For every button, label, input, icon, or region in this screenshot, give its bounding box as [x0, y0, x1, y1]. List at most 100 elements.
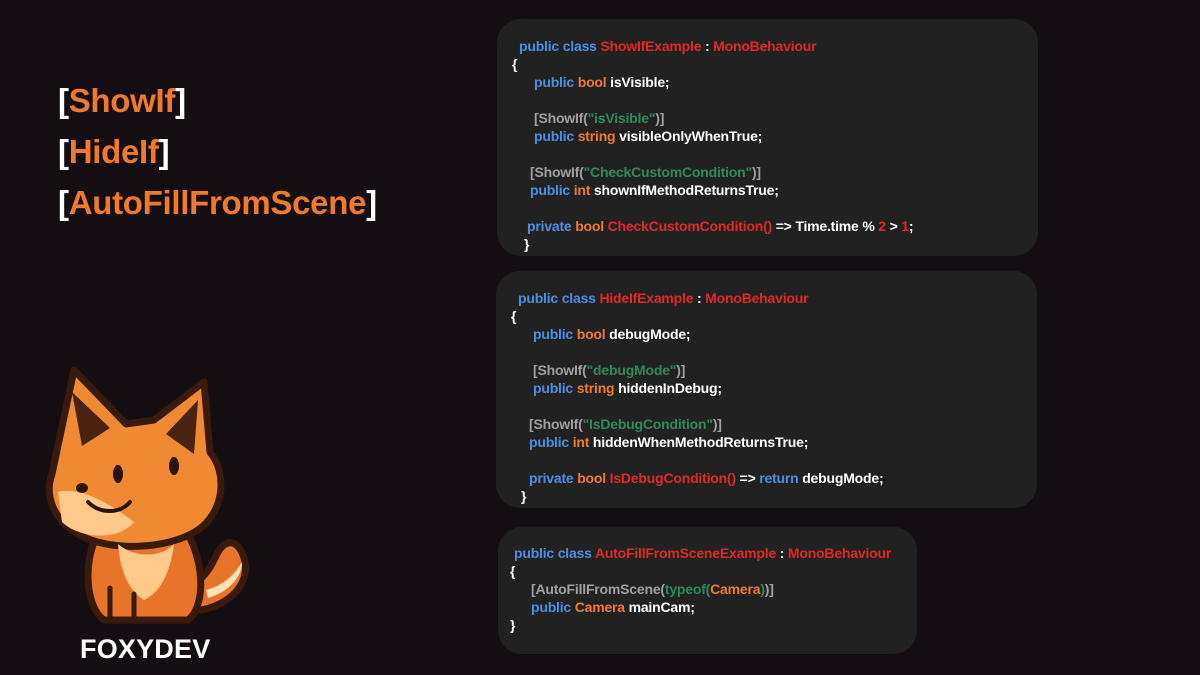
code-token: HideIfExample	[599, 290, 694, 306]
showif-code-card: public class ShowIfExample : MonoBehavio…	[497, 19, 1038, 256]
code-token: "debugMode"	[586, 362, 677, 378]
code-token: :	[776, 545, 788, 561]
code-token: public class	[519, 38, 601, 54]
code-line: [ShowIf("isVisible")]	[534, 109, 664, 127]
code-line: }	[521, 487, 526, 505]
code-token: )]	[751, 164, 761, 180]
code-line: public class ShowIfExample : MonoBehavio…	[519, 37, 817, 55]
code-token: bool	[575, 218, 608, 234]
code-token: debugMode;	[609, 326, 691, 342]
code-token: public class	[518, 290, 600, 306]
code-line: public string hiddenInDebug;	[533, 379, 722, 397]
code-token: visibleOnlyWhenTrue;	[619, 128, 763, 144]
code-token: private	[527, 218, 576, 234]
attribute-title-list: [ShowIf] [HideIf] [AutoFillFromScene]	[58, 78, 377, 231]
code-token: }	[521, 488, 527, 504]
code-token: string	[577, 128, 620, 144]
code-token: MonoBehaviour	[705, 290, 809, 306]
code-token: {	[510, 563, 516, 579]
code-line: {	[512, 55, 517, 73]
fox-mascot-logo	[45, 366, 249, 624]
code-token: string	[576, 380, 619, 396]
code-token: public class	[514, 545, 595, 561]
code-token: [AutoFillFromScene(	[531, 581, 665, 597]
code-token: Camera	[710, 581, 761, 597]
code-token: [ShowIf(	[530, 164, 584, 180]
code-token: "CheckCustomCondition"	[583, 164, 753, 180]
code-line: [ShowIf("CheckCustomCondition")]	[530, 163, 761, 181]
code-line: [AutoFillFromScene(typeof(Camera))]	[531, 580, 774, 598]
code-line: public class AutoFillFromSceneExample : …	[514, 544, 891, 562]
code-token: Camera	[574, 599, 629, 615]
code-token: 2	[878, 218, 886, 234]
code-line: {	[511, 307, 516, 325]
code-token: isVisible;	[610, 74, 670, 90]
code-token: )]	[712, 416, 722, 432]
code-token: IsDebugCondition()	[609, 470, 736, 486]
code-token: "isVisible"	[587, 110, 656, 126]
code-token: typeof(	[664, 581, 711, 597]
code-line: public string visibleOnlyWhenTrue;	[534, 127, 762, 145]
code-token: 1	[901, 218, 909, 234]
code-line: public bool isVisible;	[534, 73, 670, 91]
title-hideif: [HideIf]	[58, 133, 170, 170]
code-token: public	[533, 380, 577, 396]
code-token: )]	[764, 581, 774, 597]
code-token: int	[572, 434, 593, 450]
code-token: CheckCustomCondition()	[607, 218, 773, 234]
code-token: public	[530, 182, 574, 198]
code-token: public	[531, 599, 575, 615]
code-token: ShowIfExample	[600, 38, 702, 54]
code-token: private	[529, 470, 578, 486]
code-token: return	[759, 470, 803, 486]
code-line: [ShowIf("debugMode")]	[533, 361, 685, 379]
code-token: }	[510, 617, 516, 633]
code-token: shownIfMethodReturnsTrue;	[593, 182, 779, 198]
code-token: AutoFillFromSceneExample	[594, 545, 777, 561]
code-token: =>	[735, 470, 760, 486]
code-line: {	[510, 562, 515, 580]
code-token: )]	[655, 110, 665, 126]
autofill-code-card: public class AutoFillFromSceneExample : …	[498, 527, 917, 654]
code-line: [ShowIf("IsDebugCondition")]	[529, 415, 722, 433]
code-token: :	[701, 38, 714, 54]
code-token: bool	[577, 470, 610, 486]
title-autofillfromscene: [AutoFillFromScene]	[58, 184, 377, 221]
code-token: hiddenWhenMethodReturnsTrue;	[592, 434, 809, 450]
code-token: bool	[576, 326, 610, 342]
code-line: private bool CheckCustomCondition() => T…	[527, 217, 914, 235]
code-token: => Time.time %	[772, 218, 879, 234]
brand-name: FOXYDEV	[80, 634, 211, 664]
code-token: MonoBehaviour	[787, 545, 892, 561]
code-line: public class HideIfExample : MonoBehavio…	[518, 289, 809, 307]
code-token: [ShowIf(	[533, 362, 587, 378]
code-token: bool	[577, 74, 611, 90]
code-line: public int hiddenWhenMethodReturnsTrue;	[529, 433, 808, 451]
code-token: public	[529, 434, 573, 450]
hideif-code-card: public class HideIfExample : MonoBehavio…	[496, 271, 1037, 508]
code-token: :	[693, 290, 706, 306]
code-token: {	[511, 308, 517, 324]
title-showif: [ShowIf]	[58, 82, 186, 119]
code-token: hiddenInDebug;	[618, 380, 722, 396]
code-line: public int shownIfMethodReturnsTrue;	[530, 181, 779, 199]
code-token: public	[534, 74, 578, 90]
code-token: public	[533, 326, 577, 342]
code-token: }	[524, 236, 530, 252]
code-token: [ShowIf(	[529, 416, 583, 432]
code-token: ;	[908, 218, 914, 234]
code-token: mainCam;	[628, 599, 695, 615]
code-token: public	[534, 128, 578, 144]
code-line: }	[510, 616, 515, 634]
code-line: private bool IsDebugCondition() => retur…	[529, 469, 884, 487]
code-token: "IsDebugCondition"	[582, 416, 713, 432]
code-token: [ShowIf(	[534, 110, 588, 126]
code-token: MonoBehaviour	[713, 38, 817, 54]
code-line: public Camera mainCam;	[531, 598, 695, 616]
code-token: int	[573, 182, 594, 198]
code-token: >	[885, 218, 902, 234]
code-line: public bool debugMode;	[533, 325, 691, 343]
code-token: {	[512, 56, 518, 72]
code-token: )]	[676, 362, 686, 378]
code-line: }	[524, 235, 529, 253]
